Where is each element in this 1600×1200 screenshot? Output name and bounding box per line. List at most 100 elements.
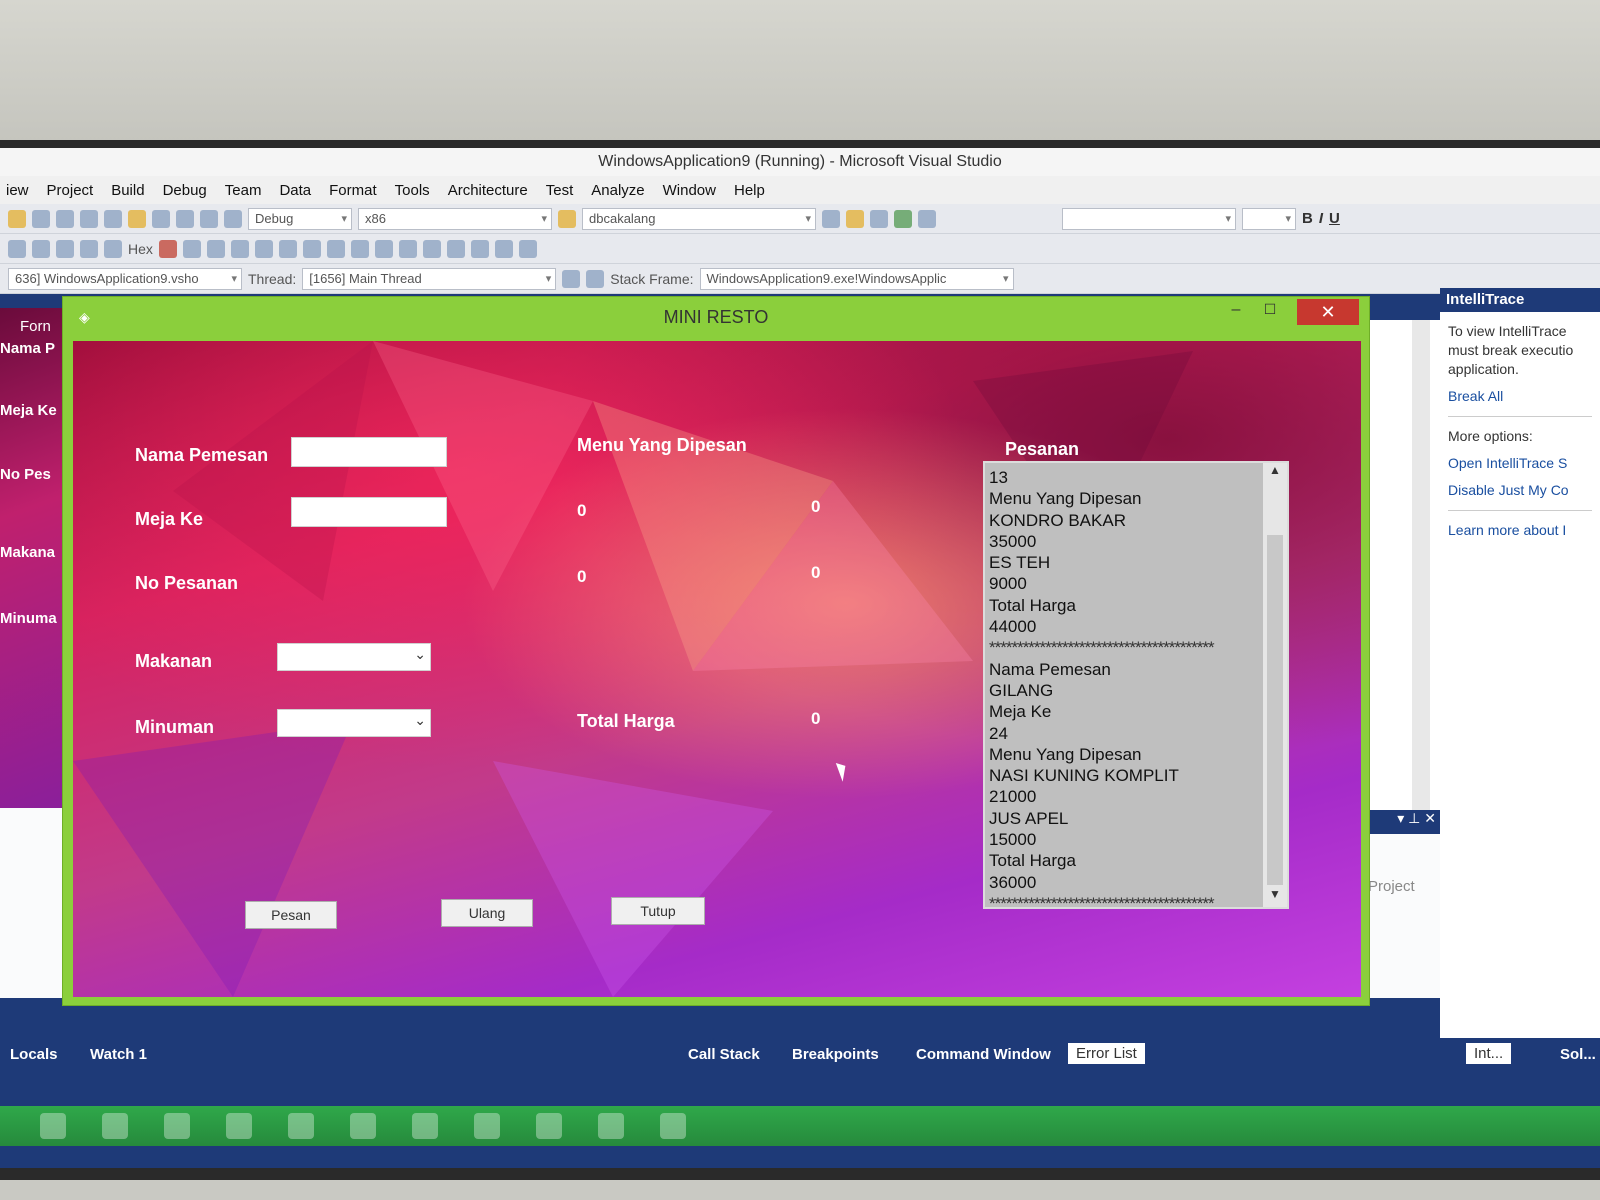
taskbar-powerpoint-icon[interactable] [350, 1113, 376, 1139]
learn-more-link[interactable]: Learn more about I [1448, 522, 1566, 538]
document-scrollbar[interactable] [1412, 320, 1430, 810]
cut-icon[interactable] [80, 209, 98, 228]
taskbar-app-icon[interactable] [660, 1113, 686, 1139]
minuman-dropdown[interactable]: ⌄ [277, 709, 431, 737]
align-center-icon[interactable] [206, 239, 225, 258]
menu-debug[interactable]: Debug [163, 182, 207, 199]
step-over-icon[interactable] [56, 239, 74, 258]
object-browser-icon[interactable] [894, 209, 912, 228]
tab-call-stack[interactable]: Call Stack [688, 1046, 760, 1063]
open-icon[interactable] [8, 209, 26, 228]
list-item[interactable]: 21000 [989, 786, 1259, 807]
taskbar-app-icon[interactable] [40, 1113, 66, 1139]
maximize-button[interactable]: ☐ [1257, 301, 1283, 325]
find-combo[interactable]: dbcakalang [582, 207, 816, 230]
solution-explorer-icon[interactable] [822, 209, 840, 228]
italic-icon[interactable]: I [1319, 210, 1323, 227]
pesan-button[interactable]: Pesan [245, 901, 337, 929]
meja-ke-input[interactable] [291, 497, 447, 527]
menu-window[interactable]: Window [663, 182, 716, 199]
pesanan-listbox[interactable]: 13 Menu Yang Dipesan KONDRO BAKAR 35000 ES T… [983, 461, 1289, 909]
menu-architecture[interactable]: Architecture [448, 182, 528, 199]
thread-combo[interactable]: [1656] Main Thread [302, 267, 557, 290]
list-item[interactable]: KONDRO BAKAR [989, 510, 1259, 531]
list-item[interactable]: Meja Ke [989, 701, 1259, 722]
same-width-icon[interactable] [326, 239, 345, 258]
list-item[interactable]: 15000 [989, 829, 1259, 850]
send-back-icon[interactable] [494, 239, 513, 258]
menu-view[interactable]: iew [6, 182, 29, 199]
ulang-button[interactable]: Ulang [441, 899, 533, 927]
tab-command-window[interactable]: Command Window [916, 1046, 1051, 1063]
align-middle-icon[interactable] [278, 239, 297, 258]
nama-pemesan-input[interactable] [291, 437, 447, 467]
bold-icon[interactable]: B [1302, 210, 1313, 227]
taskbar-word-icon[interactable] [226, 1113, 252, 1139]
menu-team[interactable]: Team [225, 182, 262, 199]
list-item[interactable]: 36000 [989, 872, 1259, 893]
bring-front-icon[interactable] [470, 239, 489, 258]
underline-icon[interactable]: U [1329, 210, 1340, 227]
undo-icon[interactable] [152, 209, 170, 228]
save-all-icon[interactable] [56, 209, 74, 228]
designer-tab[interactable]: Forn [20, 318, 51, 335]
align-top-icon[interactable] [254, 239, 273, 258]
list-item[interactable]: Nama Pemesan [989, 659, 1259, 680]
disable-just-my-code-link[interactable]: Disable Just My Co [1448, 482, 1569, 498]
platform-combo[interactable]: x86 [358, 207, 552, 230]
navigate-icon[interactable] [200, 209, 218, 228]
align-left-icon[interactable] [182, 239, 201, 258]
menu-analyze[interactable]: Analyze [591, 182, 644, 199]
stop-icon[interactable] [158, 239, 177, 258]
list-item[interactable]: 9000 [989, 573, 1259, 594]
start-icon[interactable] [224, 209, 242, 228]
listbox-scrollbar[interactable]: ▲ ▼ [1263, 463, 1287, 907]
tab-intellitrace[interactable]: Int... [1466, 1043, 1512, 1064]
menu-build[interactable]: Build [111, 182, 144, 199]
align-right-icon[interactable] [230, 239, 249, 258]
scroll-down-icon[interactable]: ▼ [1263, 887, 1287, 907]
menu-data[interactable]: Data [279, 182, 311, 199]
menu-project[interactable]: Project [47, 182, 94, 199]
taskbar-ie-icon[interactable] [474, 1113, 500, 1139]
properties-icon[interactable] [846, 209, 864, 228]
tab-watch[interactable]: Watch 1 [90, 1046, 147, 1063]
flag-all-icon[interactable] [586, 269, 605, 288]
class-view-icon[interactable] [918, 209, 936, 228]
list-item[interactable]: NASI KUNING KOMPLIT [989, 765, 1259, 786]
menu-test[interactable]: Test [546, 182, 574, 199]
tab-locals[interactable]: Locals [10, 1046, 58, 1063]
list-item[interactable]: 13 [989, 467, 1259, 488]
debug-icon[interactable] [8, 239, 26, 258]
same-height-icon[interactable] [350, 239, 369, 258]
step-into-icon[interactable] [32, 239, 50, 258]
taskbar-excel-icon[interactable] [102, 1113, 128, 1139]
center-icon[interactable] [446, 239, 465, 258]
list-item[interactable]: ES TEH [989, 552, 1259, 573]
paste-icon[interactable] [128, 209, 146, 228]
tab-breakpoints[interactable]: Breakpoints [792, 1046, 879, 1063]
save-icon[interactable] [32, 209, 50, 228]
scroll-up-icon[interactable]: ▲ [1263, 463, 1287, 483]
breakpoint-icon[interactable] [104, 239, 122, 258]
font-combo[interactable] [1062, 207, 1236, 230]
list-item[interactable]: JUS APEL [989, 808, 1259, 829]
menu-format[interactable]: Format [329, 182, 377, 199]
config-combo[interactable]: Debug [248, 207, 352, 230]
step-out-icon[interactable] [80, 239, 98, 258]
stack-frame-combo[interactable]: WindowsApplication9.exe!WindowsApplic [699, 267, 1014, 290]
close-button[interactable]: ✕ [1297, 299, 1359, 325]
tab-error-list[interactable]: Error List [1068, 1043, 1145, 1064]
list-item[interactable]: Menu Yang Dipesan [989, 744, 1259, 765]
tab-solution[interactable]: Sol... [1560, 1046, 1596, 1063]
tutup-button[interactable]: Tutup [611, 897, 705, 925]
list-item[interactable]: GILANG [989, 680, 1259, 701]
taskbar-explorer-icon[interactable] [536, 1113, 562, 1139]
taskbar-vs-icon[interactable] [288, 1113, 314, 1139]
spacing-icon[interactable] [422, 239, 441, 258]
list-item[interactable]: Menu Yang Dipesan [989, 488, 1259, 509]
menu-tools[interactable]: Tools [395, 182, 430, 199]
list-item[interactable]: **************************************** [989, 637, 1259, 658]
flag-icon[interactable] [562, 269, 581, 288]
break-all-link[interactable]: Break All [1448, 388, 1503, 404]
